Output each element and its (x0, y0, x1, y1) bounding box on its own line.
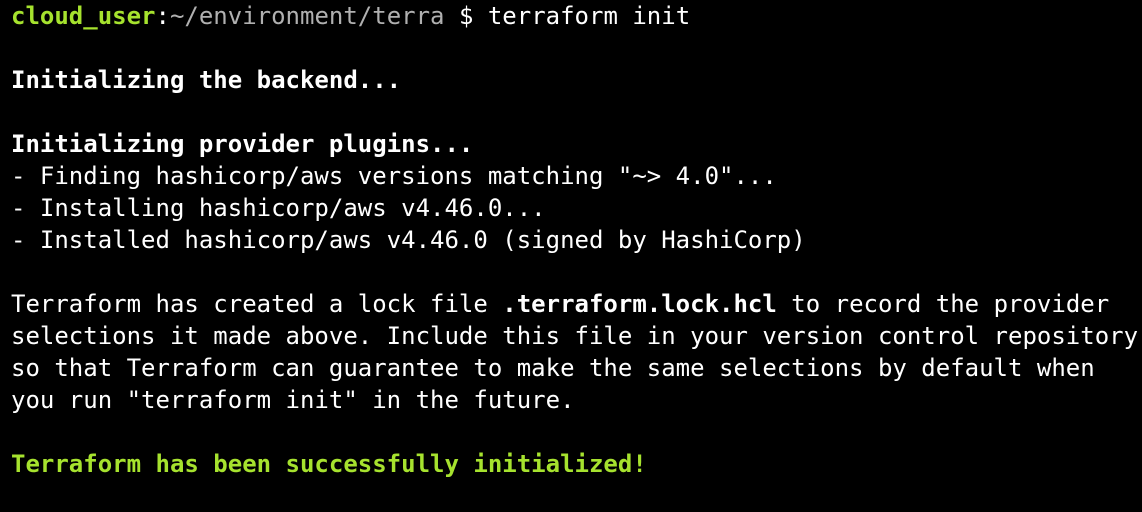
output-lock-line: Terraform has created a lock file .terra… (11, 288, 1109, 320)
output-plugin-line: - Finding hashicorp/aws versions matchin… (11, 162, 777, 190)
output-plugins-heading: Initializing provider plugins... (11, 130, 474, 158)
output-plugin-line: - Installing hashicorp/aws v4.46.0... (11, 194, 546, 222)
lock-text-pre: Terraform has created a lock file (11, 290, 503, 318)
lock-file-name: .terraform.lock.hcl (502, 290, 777, 318)
output-lock-line: so that Terraform can guarantee to make … (11, 354, 1095, 382)
output-lock-line: selections it made above. Include this f… (11, 322, 1139, 350)
prompt-user: cloud_user (11, 2, 156, 30)
terminal-window[interactable]: cloud_user:~/environment/terra $ terrafo… (0, 0, 1142, 484)
output-backend: Initializing the backend... (11, 66, 402, 94)
prompt-line: cloud_user:~/environment/terra $ terrafo… (11, 0, 690, 32)
prompt-path: ~/environment/terra (169, 2, 445, 30)
command-text: terraform init (487, 2, 691, 30)
prompt-symbol: $ (444, 2, 488, 30)
output-plugin-line: - Installed hashicorp/aws v4.46.0 (signe… (11, 226, 806, 254)
lock-text-post: to record the provider (776, 290, 1110, 318)
output-success: Terraform has been successfully initiali… (11, 450, 647, 478)
prompt-separator: : (155, 2, 170, 30)
output-lock-line: you run "terraform init" in the future. (11, 386, 575, 414)
